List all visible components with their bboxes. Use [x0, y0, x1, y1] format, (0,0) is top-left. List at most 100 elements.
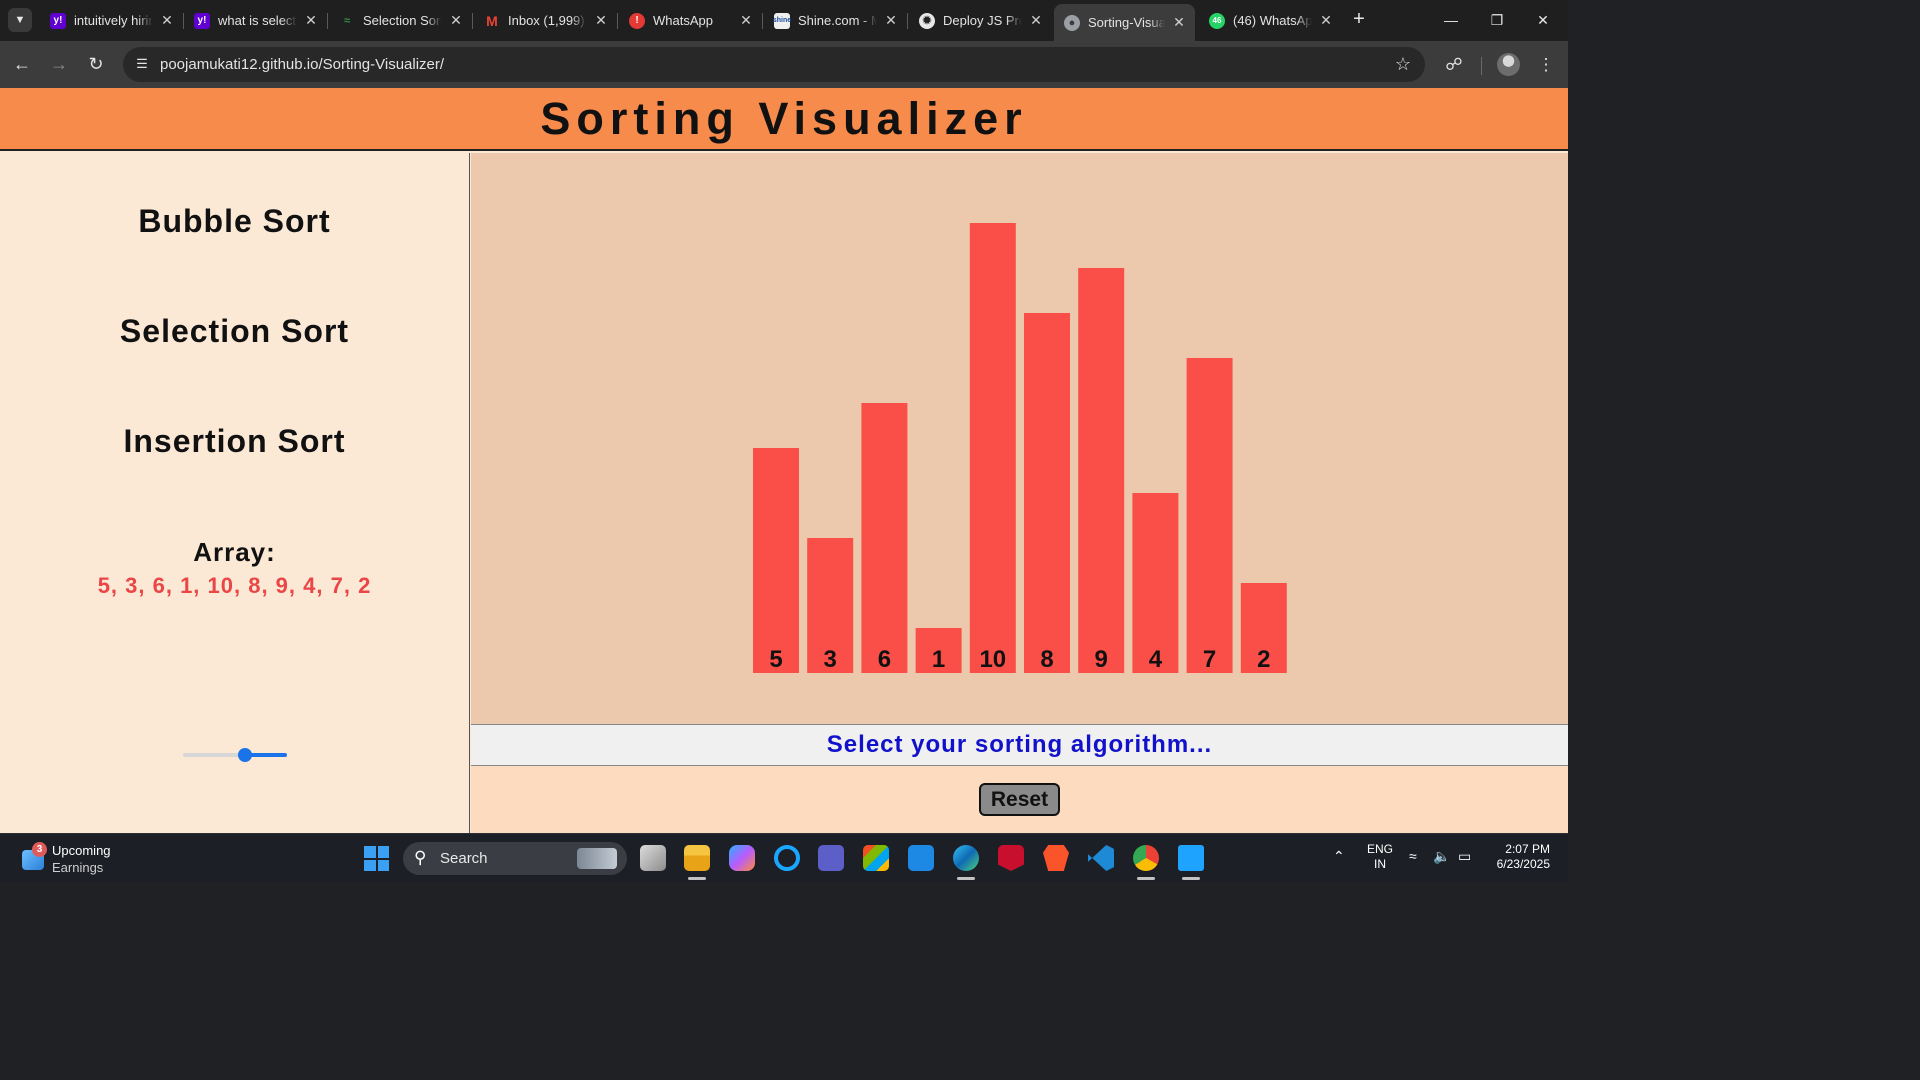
tab-0[interactable]: y! intuitively hiring ✕: [40, 6, 184, 35]
linkedin-learning-icon[interactable]: [908, 845, 934, 871]
file-explorer-icon[interactable]: [684, 845, 710, 880]
teams-icon[interactable]: [818, 845, 844, 871]
edge-icon[interactable]: [953, 845, 979, 880]
reset-button[interactable]: Reset: [979, 783, 1060, 816]
tab-8[interactable]: 46 (46) WhatsApp ✕: [1199, 6, 1342, 35]
status-message: Select your sorting algorithm...: [826, 731, 1213, 758]
bar-label: 6: [878, 646, 891, 673]
minimize-icon[interactable]: —: [1428, 8, 1474, 32]
close-icon[interactable]: ✕: [738, 12, 754, 29]
profile-avatar[interactable]: [1497, 53, 1520, 76]
tab-title: Sorting-Visualizer: [1088, 15, 1165, 30]
sidebar: Bubble Sort Selection Sort Insertion Sor…: [0, 153, 470, 833]
bar-label: 1: [932, 646, 945, 673]
whatsapp-icon: 46: [1209, 12, 1225, 29]
close-icon[interactable]: ✕: [448, 12, 464, 29]
close-icon[interactable]: ✕: [303, 12, 319, 29]
tab-title: WhatsApp: [653, 13, 713, 28]
more-menu-icon[interactable]: ⋮: [1534, 53, 1558, 77]
reload-icon[interactable]: ↻: [83, 51, 109, 77]
bubble-sort-button[interactable]: Bubble Sort: [0, 203, 469, 240]
tab-title: Inbox (1,999): [508, 13, 585, 28]
close-icon[interactable]: ✕: [1171, 14, 1187, 31]
insertion-sort-button[interactable]: Insertion Sort: [0, 423, 469, 460]
page-title: Sorting Visualizer: [540, 92, 1028, 144]
bar-label: 5: [769, 646, 782, 673]
search-highlight-image: [577, 848, 617, 869]
tab-title: what is selection sort: [218, 13, 297, 28]
array-label: Array:: [193, 537, 276, 567]
windows-start-icon[interactable]: [364, 846, 389, 871]
tab-2[interactable]: ≈ Selection Sort ✕: [329, 6, 473, 35]
restore-icon[interactable]: ❐: [1474, 8, 1520, 32]
chrome-icon[interactable]: [1133, 845, 1159, 880]
bar-chart: 5 3 6 1 10 8 9 4 7 2: [753, 223, 1287, 673]
address-bar[interactable]: ☰ poojamukati12.github.io/Sorting-Visual…: [123, 47, 1425, 82]
site-info-icon[interactable]: ☰: [133, 55, 151, 73]
page: Sorting Visualizer Bubble Sort Selection…: [0, 88, 1568, 833]
url-text[interactable]: poojamukati12.github.io/Sorting-Visualiz…: [160, 56, 444, 73]
language-line-1: ENG: [1366, 842, 1393, 856]
tab-5[interactable]: shine Shine.com - M ✕: [764, 6, 908, 35]
bar-label: 2: [1257, 646, 1270, 673]
back-icon[interactable]: ←: [9, 51, 35, 77]
widgets-button[interactable]: 3 Upcoming Earnings: [20, 842, 130, 876]
shine-icon: shine: [773, 12, 791, 29]
tab-1[interactable]: y! what is selection sort ✕: [184, 6, 328, 35]
tab-title: Shine.com - M: [798, 13, 877, 28]
system-clock[interactable]: 2:07 PM 6/23/2025: [1486, 842, 1550, 872]
bar-6: [861, 403, 908, 673]
vscode-icon[interactable]: [1088, 845, 1114, 871]
microsoft-store-icon[interactable]: [863, 845, 889, 871]
copilot-icon[interactable]: [729, 845, 755, 871]
task-view-icon[interactable]: [640, 845, 666, 871]
tab-title: Selection Sort: [363, 13, 442, 28]
bar-5: [753, 448, 799, 673]
show-hidden-icons-icon[interactable]: ⌃: [1333, 848, 1345, 865]
search-label: Search: [440, 850, 488, 867]
window-close-icon[interactable]: ✕: [1520, 8, 1566, 32]
brave-icon[interactable]: [1043, 845, 1069, 871]
alert-icon: !: [629, 12, 645, 29]
browser-toolbar: ← → ↻ ☰ poojamukati12.github.io/Sorting-…: [0, 41, 1568, 88]
close-icon[interactable]: ✕: [593, 12, 609, 29]
tab-4[interactable]: ! WhatsApp ✕: [619, 6, 763, 35]
battery-icon[interactable]: ▭: [1458, 848, 1471, 865]
tab-3[interactable]: M Inbox (1,999) ✕: [474, 6, 618, 35]
array-size-slider[interactable]: [183, 745, 287, 765]
mcafee-icon[interactable]: [998, 845, 1024, 871]
geeksforgeeks-icon: ≈: [343, 14, 351, 27]
tab-title: (46) WhatsApp: [1233, 13, 1312, 28]
close-icon[interactable]: ✕: [1028, 12, 1044, 29]
cortana-icon[interactable]: [774, 845, 800, 871]
yahoo-icon: y!: [194, 12, 210, 29]
wifi-icon[interactable]: ≈: [1409, 848, 1417, 864]
close-icon[interactable]: ✕: [1318, 12, 1334, 29]
volume-icon[interactable]: 🔈: [1433, 848, 1450, 865]
tab-title: intuitively hiring: [74, 13, 153, 28]
close-icon[interactable]: ✕: [159, 12, 175, 29]
tab-6[interactable]: ✹ Deploy JS Pro ✕: [909, 6, 1052, 35]
tab-strip: ▼ y! intuitively hiring ✕ y! what is sel…: [0, 0, 1568, 41]
visualization-area: 5 3 6 1 10 8 9 4 7 2: [471, 153, 1568, 724]
selection-sort-button[interactable]: Selection Sort: [0, 313, 469, 350]
slider-thumb[interactable]: [238, 748, 253, 762]
forward-icon[interactable]: →: [46, 51, 72, 77]
globe-icon: ●: [1064, 14, 1080, 31]
status-bar: Select your sorting algorithm...: [471, 724, 1568, 766]
notepad-icon[interactable]: [1178, 845, 1204, 880]
language-indicator[interactable]: ENG IN: [1366, 842, 1394, 872]
controls-area: Reset: [471, 766, 1568, 833]
language-line-2: IN: [1374, 857, 1386, 871]
tab-search-button[interactable]: ▼: [8, 8, 32, 32]
bookmark-star-icon[interactable]: ☆: [1395, 54, 1411, 75]
extensions-icon[interactable]: ☍: [1442, 53, 1466, 77]
notification-badge: 3: [32, 842, 47, 857]
tab-title: Deploy JS Pro: [943, 13, 1022, 28]
bar-label: 3: [824, 646, 837, 673]
tab-7-active[interactable]: ● Sorting-Visualizer ✕: [1054, 4, 1195, 41]
taskbar-search[interactable]: ⚲ Search: [403, 842, 627, 875]
new-tab-icon[interactable]: +: [1348, 8, 1370, 32]
close-icon[interactable]: ✕: [883, 12, 899, 29]
bar-label: 10: [979, 646, 1006, 673]
